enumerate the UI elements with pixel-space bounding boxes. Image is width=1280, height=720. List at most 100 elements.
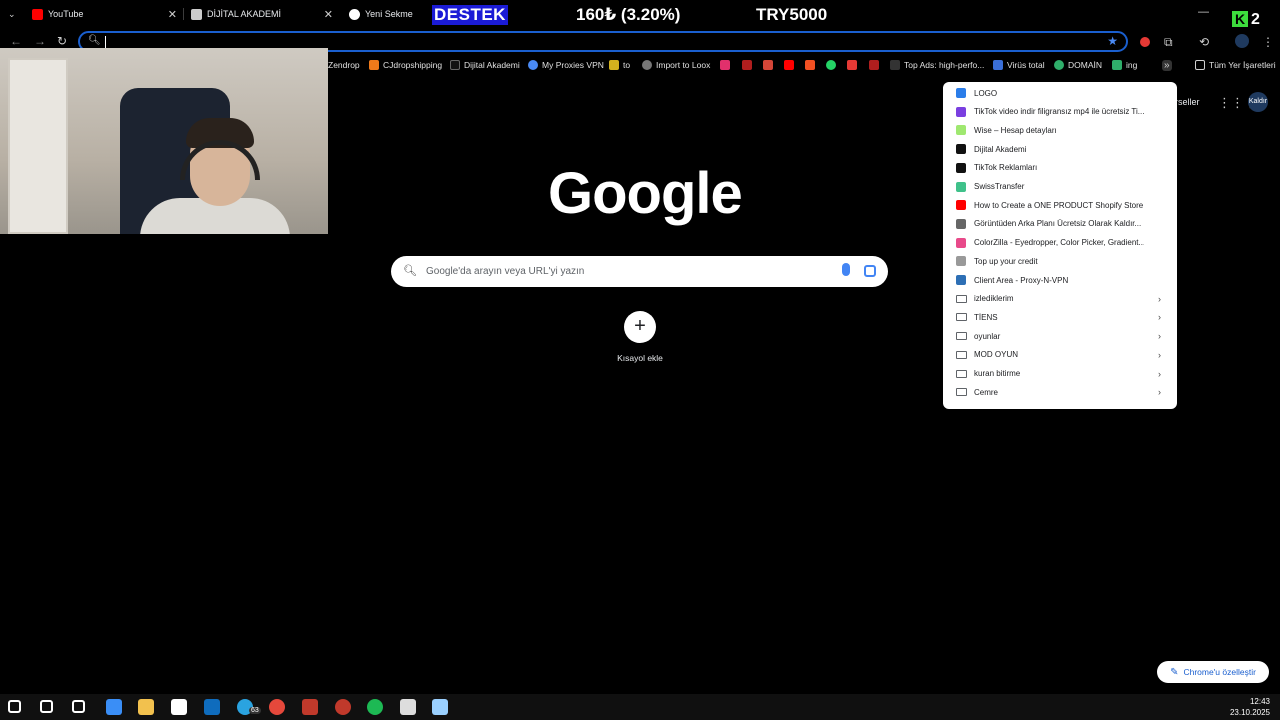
reload-icon[interactable]: ↻ bbox=[57, 34, 67, 48]
bookmark-menu-item[interactable]: Top up your credit bbox=[943, 252, 1177, 270]
menu-item-label: Dijital Akademi bbox=[974, 144, 1027, 154]
menu-item-label: Top up your credit bbox=[974, 256, 1038, 266]
overlay-label-support: DESTEK bbox=[432, 5, 508, 25]
bookmark-import-to-loox[interactable]: Import to Loox bbox=[642, 60, 710, 70]
bookmark-cjdropshipping[interactable]: CJdropshipping bbox=[369, 60, 442, 70]
bookmark-folder-item[interactable]: izlediklerim › bbox=[943, 290, 1177, 308]
bookmark-all-bookmarks[interactable]: Tüm Yer İşaretleri bbox=[1195, 60, 1276, 70]
bookmark-folder-item[interactable]: oyunlar › bbox=[943, 327, 1177, 345]
obs-icon[interactable] bbox=[335, 699, 351, 715]
star-icon[interactable]: ★ bbox=[1107, 34, 1118, 48]
microphone-icon[interactable] bbox=[842, 263, 850, 276]
bookmark-menu-item[interactable]: Client Area - Proxy-N-VPN bbox=[943, 271, 1177, 289]
globe-icon bbox=[642, 60, 652, 70]
bookmark-zendrop[interactable]: Zendrop bbox=[328, 60, 360, 70]
bookmark-menu-item[interactable]: TikTok video indir filigransız mp4 ile ü… bbox=[943, 103, 1177, 121]
windows-start-icon[interactable] bbox=[8, 700, 21, 713]
extensions-puzzle-icon[interactable]: ⧉ bbox=[1164, 35, 1173, 50]
bookmark-folder-item[interactable]: kuran bitirme › bbox=[943, 365, 1177, 383]
bookmark-icon[interactable] bbox=[869, 60, 879, 70]
menu-item-label: ColorZilla - Eyedropper, Color Picker, G… bbox=[974, 238, 1144, 248]
favicon-icon bbox=[956, 106, 966, 117]
tab-youtube[interactable]: YouTube ✕ bbox=[32, 4, 177, 24]
bookmark-menu-item[interactable]: SwissTransfer bbox=[943, 178, 1177, 196]
tab-label: Yeni Sekme bbox=[365, 9, 413, 19]
bookmark-menu-item[interactable]: Görüntüden Arka Planı Ücretsiz Olarak Ka… bbox=[943, 215, 1177, 233]
bookmark-menu-item[interactable]: How to Create a ONE PRODUCT Shopify Stor… bbox=[943, 196, 1177, 214]
bookmark-icon bbox=[609, 60, 619, 70]
history-icon[interactable]: ⟲ bbox=[1199, 35, 1209, 49]
whatsapp-icon[interactable] bbox=[826, 60, 836, 70]
menu-item-label: Görüntüden Arka Planı Ücretsiz Olarak Ka… bbox=[974, 219, 1142, 229]
favicon-icon bbox=[956, 125, 966, 136]
bookmark-icon[interactable] bbox=[742, 60, 752, 70]
text-cursor bbox=[105, 36, 106, 48]
bookmark-icon bbox=[890, 60, 900, 70]
store-icon[interactable] bbox=[171, 699, 187, 715]
tab-new-tab[interactable]: Yeni Sekme bbox=[349, 4, 429, 24]
clock-date: 23.10.2025 bbox=[1229, 708, 1270, 717]
bookmark-label: Top Ads: high-perfo... bbox=[904, 60, 985, 70]
bookmark-menu-item[interactable]: Wise – Hesap detayları bbox=[943, 121, 1177, 139]
task-view-icon[interactable] bbox=[72, 700, 85, 713]
google-lens-icon[interactable] bbox=[864, 265, 876, 277]
bookmark-label: Tüm Yer İşaretleri bbox=[1209, 60, 1276, 70]
tab-search-button[interactable]: ⌄ bbox=[8, 4, 16, 24]
bookmark-folder-item[interactable]: TİENS › bbox=[943, 308, 1177, 326]
close-icon[interactable]: ✕ bbox=[324, 8, 333, 21]
search-icon[interactable] bbox=[40, 700, 53, 713]
app-icon[interactable] bbox=[432, 699, 448, 715]
bookmark-top-ads[interactable]: Top Ads: high-perfo... bbox=[890, 60, 984, 70]
bookmark-icon bbox=[1054, 60, 1064, 70]
profile-icon[interactable] bbox=[1235, 34, 1249, 48]
customize-chrome-button[interactable]: ✎ Chrome'u özelleştir bbox=[1157, 661, 1269, 683]
forward-icon[interactable]: → bbox=[34, 34, 46, 48]
bookmark-folder-item[interactable]: MOD OYUN › bbox=[943, 346, 1177, 364]
menu-icon[interactable]: ⋮ bbox=[1262, 35, 1274, 49]
bookmark-icon[interactable] bbox=[847, 60, 857, 70]
chrome-icon[interactable] bbox=[269, 699, 285, 715]
minimize-icon[interactable]: — bbox=[1198, 6, 1209, 18]
add-shortcut-button[interactable]: + bbox=[624, 311, 656, 343]
file-explorer-icon[interactable] bbox=[138, 699, 154, 715]
bookmark-label: Zendrop bbox=[328, 60, 360, 70]
bookmark-virus-total[interactable]: Virüs total bbox=[993, 60, 1045, 70]
extension-icon[interactable] bbox=[1140, 37, 1150, 47]
bookmark-folder-item[interactable]: Cemre › bbox=[943, 383, 1177, 401]
capture-icon[interactable] bbox=[400, 699, 416, 715]
search-icon: 🔍︎ bbox=[88, 35, 101, 46]
microsoft-icon[interactable] bbox=[805, 60, 815, 70]
bookmark-dijital-akademi[interactable]: Dijital Akademi bbox=[450, 60, 520, 70]
bookmark-menu-item[interactable]: TikTok Reklamları bbox=[943, 159, 1177, 177]
chevron-right-icon: › bbox=[1158, 293, 1161, 304]
bookmark-my-proxies-vpn[interactable]: My Proxies VPN bbox=[528, 60, 604, 70]
bookmark-menu-item[interactable]: ColorZilla - Eyedropper, Color Picker, G… bbox=[943, 234, 1177, 252]
customize-label: Chrome'u özelleştir bbox=[1183, 667, 1256, 677]
bookmark-menu-item[interactable]: Dijital Akademi bbox=[943, 140, 1177, 158]
bookmark-to[interactable]: to bbox=[609, 60, 630, 70]
system-clock[interactable]: 12:43 23.10.2025 bbox=[1230, 696, 1270, 718]
spotify-icon[interactable] bbox=[367, 699, 383, 715]
google-search-box[interactable]: 🔍︎ Google'da arayın veya URL'yi yazın bbox=[391, 256, 888, 287]
voicemeeter-icon[interactable] bbox=[302, 699, 318, 715]
profile-avatar[interactable]: Kaldır bbox=[1248, 92, 1268, 112]
menu-item-label: oyunlar bbox=[974, 331, 1001, 341]
chevron-right-icon: › bbox=[1158, 349, 1161, 360]
bookmark-domain[interactable]: DOMAİN bbox=[1054, 60, 1102, 70]
bookmark-menu-item[interactable]: LOGO bbox=[943, 84, 1177, 102]
bookmark-label: DOMAİN bbox=[1068, 60, 1102, 70]
chevron-right-icon[interactable]: » bbox=[1162, 60, 1172, 71]
youtube-icon[interactable] bbox=[784, 60, 794, 70]
outlook-icon[interactable] bbox=[204, 699, 220, 715]
page-icon bbox=[191, 8, 202, 20]
back-icon[interactable]: ← bbox=[10, 34, 22, 48]
copilot-icon[interactable] bbox=[106, 699, 122, 715]
tab-label: DİJİTAL AKADEMİ bbox=[207, 9, 282, 19]
tab-dijital-akademi[interactable]: DİJİTAL AKADEMİ ✕ bbox=[191, 4, 333, 24]
close-icon[interactable]: ✕ bbox=[168, 8, 177, 21]
bookmark-ing[interactable]: ing bbox=[1112, 60, 1137, 70]
instagram-icon[interactable] bbox=[720, 60, 730, 70]
tab-strip: ⌄ YouTube ✕ DİJİTAL AKADEMİ ✕ Yeni Sekme… bbox=[0, 0, 1280, 28]
google-logo: Google bbox=[548, 161, 743, 226]
gmail-icon[interactable] bbox=[763, 60, 773, 70]
